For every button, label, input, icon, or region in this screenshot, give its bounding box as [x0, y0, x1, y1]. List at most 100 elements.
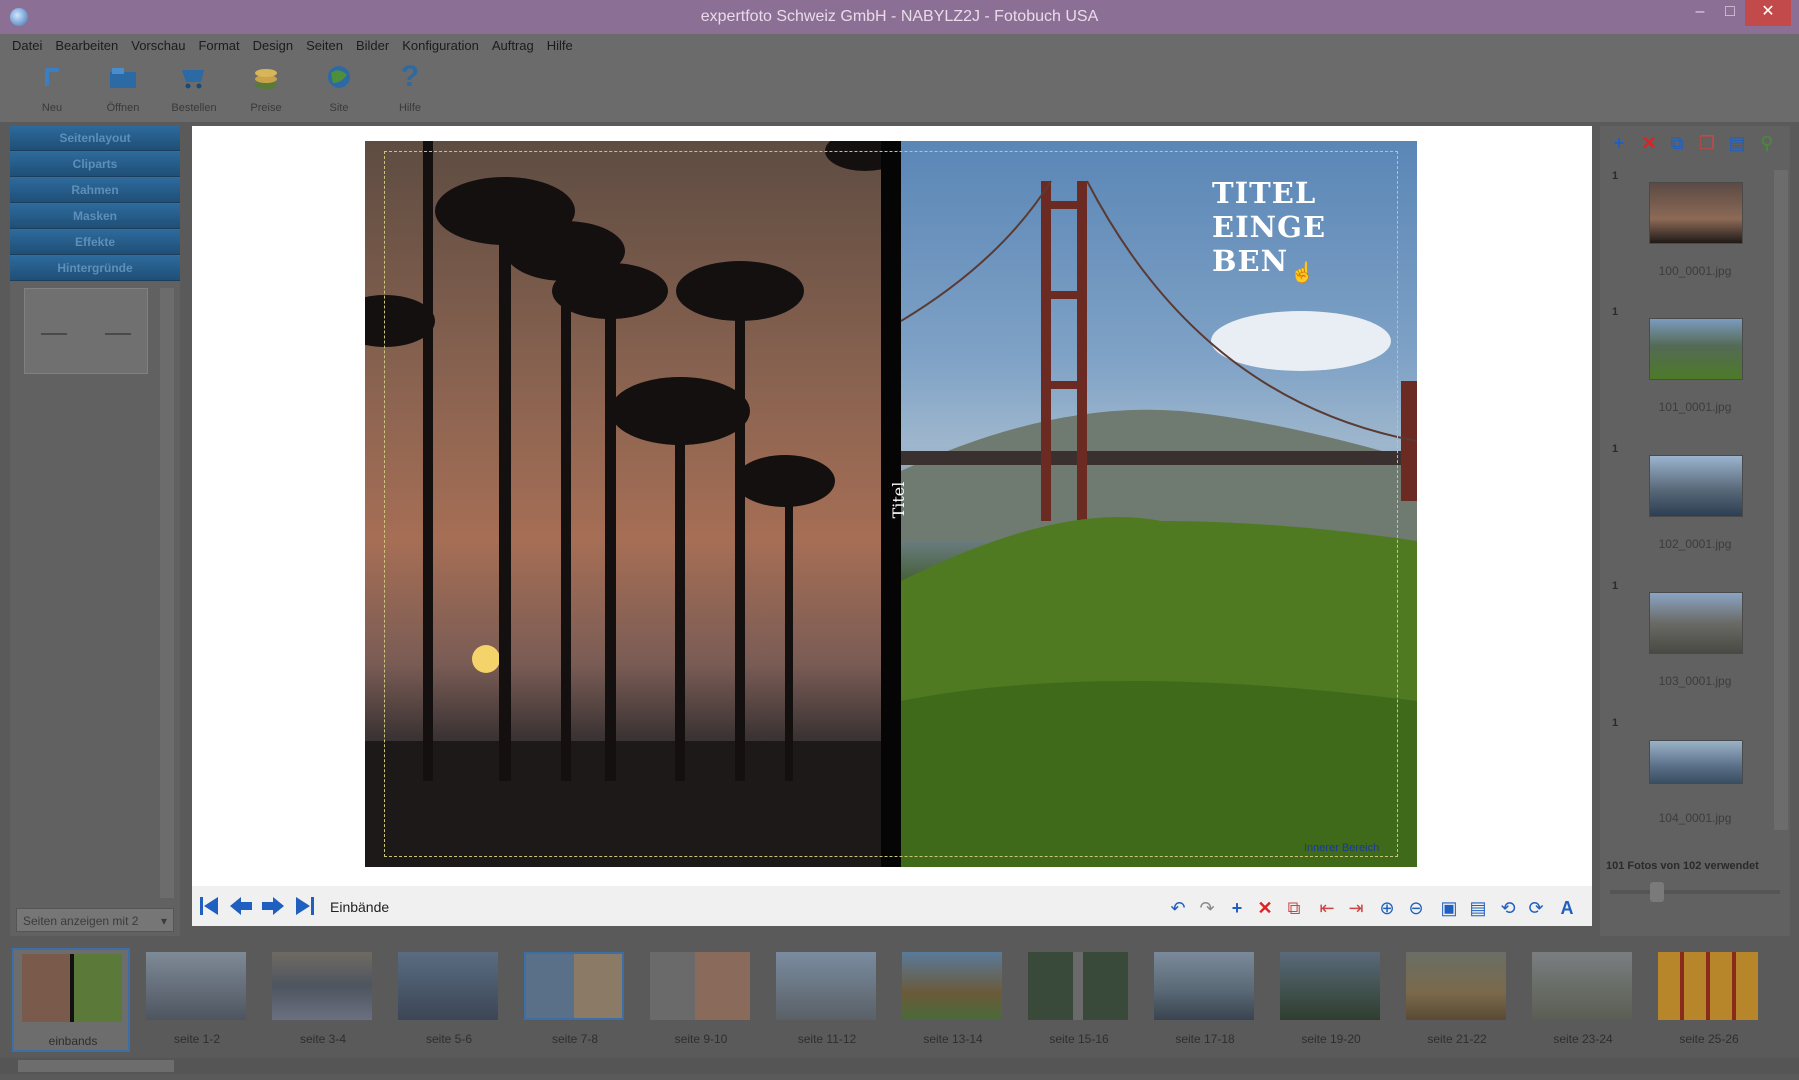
first-page-icon[interactable]	[197, 894, 221, 918]
last-page-icon[interactable]	[293, 894, 317, 918]
add-photo-icon[interactable]: +	[1608, 132, 1630, 154]
page-thumbnail	[22, 954, 122, 1022]
move-left-icon[interactable]: ⇤	[1316, 897, 1338, 919]
help-button[interactable]: ? Hilfe	[380, 60, 440, 114]
rotate-right-icon[interactable]: ⟳	[1525, 897, 1547, 919]
menu-konfiguration[interactable]: Konfiguration	[402, 38, 479, 53]
filmstrip-page[interactable]: einbands	[12, 948, 130, 1052]
coins-icon	[251, 62, 281, 92]
thumbnail-size-slider[interactable]	[1610, 890, 1780, 894]
filmstrip-scrollbar[interactable]	[0, 1058, 1799, 1074]
next-page-icon[interactable]	[260, 894, 284, 918]
prices-button[interactable]: Preise	[236, 62, 296, 114]
photo-thumbnail[interactable]	[1649, 740, 1743, 784]
filmstrip-page[interactable]: seite 15-16	[1020, 948, 1138, 1052]
page-label: seite 11-12	[797, 1032, 857, 1046]
new-button[interactable]: Neu	[22, 62, 82, 114]
filmstrip-page[interactable]: seite 21-22	[1398, 948, 1516, 1052]
previous-page-icon[interactable]	[228, 894, 252, 918]
tab-hintergruende[interactable]: Hintergründe	[10, 256, 180, 281]
zoom-in-icon[interactable]: ⊕	[1376, 897, 1398, 919]
page-label: seite 17-18	[1175, 1032, 1235, 1046]
page-thumbnail	[1658, 952, 1758, 1020]
layout-thumbnail[interactable]	[24, 288, 148, 374]
order-button[interactable]: Bestellen	[164, 62, 224, 114]
redo-icon[interactable]: ↷	[1196, 897, 1218, 919]
filmstrip-page[interactable]: seite 5-6	[390, 948, 508, 1052]
photo-thumbnail[interactable]	[1649, 455, 1743, 517]
globe-icon	[324, 62, 354, 92]
photo-thumbnail[interactable]	[1649, 318, 1743, 380]
pages-display-select[interactable]: Seiten anzeigen mit 2 ▾	[16, 908, 174, 932]
filmstrip-page[interactable]: seite 17-18	[1146, 948, 1264, 1052]
undo-icon[interactable]: ↶	[1167, 897, 1189, 919]
tab-masken[interactable]: Masken	[10, 204, 180, 229]
image-settings-icon[interactable]: ▤	[1467, 897, 1489, 919]
site-label: Site	[329, 102, 349, 114]
filmstrip-page[interactable]: seite 1-2	[138, 948, 256, 1052]
cover-title-line: einge	[1212, 210, 1327, 244]
filmstrip-page[interactable]: seite 13-14	[894, 948, 1012, 1052]
filmstrip-page[interactable]: seite 25-26	[1650, 948, 1768, 1052]
tab-cliparts[interactable]: Cliparts	[10, 152, 180, 177]
photo-frame-icon[interactable]: ⧉	[1666, 132, 1688, 154]
filmstrip-page[interactable]: seite 7-8	[516, 948, 634, 1052]
photo-thumbnail[interactable]	[1649, 182, 1743, 244]
photo-copy-icon[interactable]: ❐	[1696, 132, 1718, 154]
photo-filename: 103_0001.jpg	[1658, 674, 1732, 688]
rotate-left-icon[interactable]: ⟲	[1497, 897, 1519, 919]
menu-bilder[interactable]: Bilder	[356, 38, 389, 53]
page-thumbnail	[776, 952, 876, 1020]
menu-design[interactable]: Design	[253, 38, 293, 53]
add-icon[interactable]: +	[1226, 897, 1248, 919]
fit-page-icon[interactable]: ▣	[1438, 897, 1460, 919]
open-button[interactable]: Öffnen	[93, 62, 153, 114]
help-icon: ?	[400, 60, 420, 93]
filmstrip-page[interactable]: seite 9-10	[642, 948, 760, 1052]
add-frame-icon[interactable]: ⧉	[1283, 897, 1305, 919]
tab-effekte[interactable]: Effekte	[10, 230, 180, 255]
tab-seitenlayout[interactable]: Seitenlayout	[10, 126, 180, 151]
filmstrip-scroll-thumb[interactable]	[18, 1060, 174, 1072]
maximize-button[interactable]: □	[1715, 0, 1745, 26]
menu-auftrag[interactable]: Auftrag	[492, 38, 534, 53]
slider-handle[interactable]	[1650, 882, 1664, 902]
site-button[interactable]: Site	[309, 62, 369, 114]
photo-thumbnail[interactable]	[1649, 592, 1743, 654]
close-button[interactable]: ✕	[1745, 0, 1791, 26]
page-thumbnail	[1406, 952, 1506, 1020]
menu-datei[interactable]: Datei	[12, 38, 42, 53]
delete-icon[interactable]: ✕	[1254, 897, 1276, 919]
photo-list-scrollbar[interactable]	[1774, 170, 1788, 830]
left-scrollbar[interactable]	[160, 288, 174, 898]
page-thumbnail	[650, 952, 750, 1020]
menu-bearbeiten[interactable]: Bearbeiten	[55, 38, 118, 53]
menu-hilfe[interactable]: Hilfe	[547, 38, 573, 53]
photo-usage-count: 1	[1612, 717, 1619, 729]
photo-folder-icon[interactable]: ▤	[1726, 132, 1748, 154]
menu-seiten[interactable]: Seiten	[306, 38, 343, 53]
filmstrip-page[interactable]: seite 19-20	[1272, 948, 1390, 1052]
spine-title-text[interactable]: Titel	[889, 470, 909, 530]
page-label: seite 9-10	[674, 1032, 728, 1046]
text-tool-icon[interactable]: A	[1556, 897, 1578, 919]
menu-vorschau[interactable]: Vorschau	[131, 38, 185, 53]
page-thumbnail	[146, 952, 246, 1020]
help-label: Hilfe	[398, 102, 421, 114]
new-label: Neu	[41, 102, 63, 114]
cart-icon	[179, 62, 209, 92]
cover-title-line: Titel	[1212, 176, 1317, 210]
zoom-out-icon[interactable]: ⊖	[1405, 897, 1427, 919]
filmstrip-page[interactable]: seite 23-24	[1524, 948, 1642, 1052]
filmstrip-page[interactable]: seite 11-12	[768, 948, 886, 1052]
photo-filter-icon[interactable]: ⚲	[1756, 132, 1778, 154]
tab-rahmen[interactable]: Rahmen	[10, 178, 180, 203]
move-right-icon[interactable]: ⇥	[1345, 897, 1367, 919]
remove-photo-icon[interactable]: ✕	[1638, 132, 1660, 154]
minimize-button[interactable]: –	[1685, 0, 1715, 26]
page-label: seite 21-22	[1427, 1032, 1487, 1046]
photo-usage-count: 1	[1612, 170, 1619, 182]
filmstrip-page[interactable]: seite 3-4	[264, 948, 382, 1052]
menu-format[interactable]: Format	[198, 38, 239, 53]
open-label: Öffnen	[106, 102, 140, 114]
